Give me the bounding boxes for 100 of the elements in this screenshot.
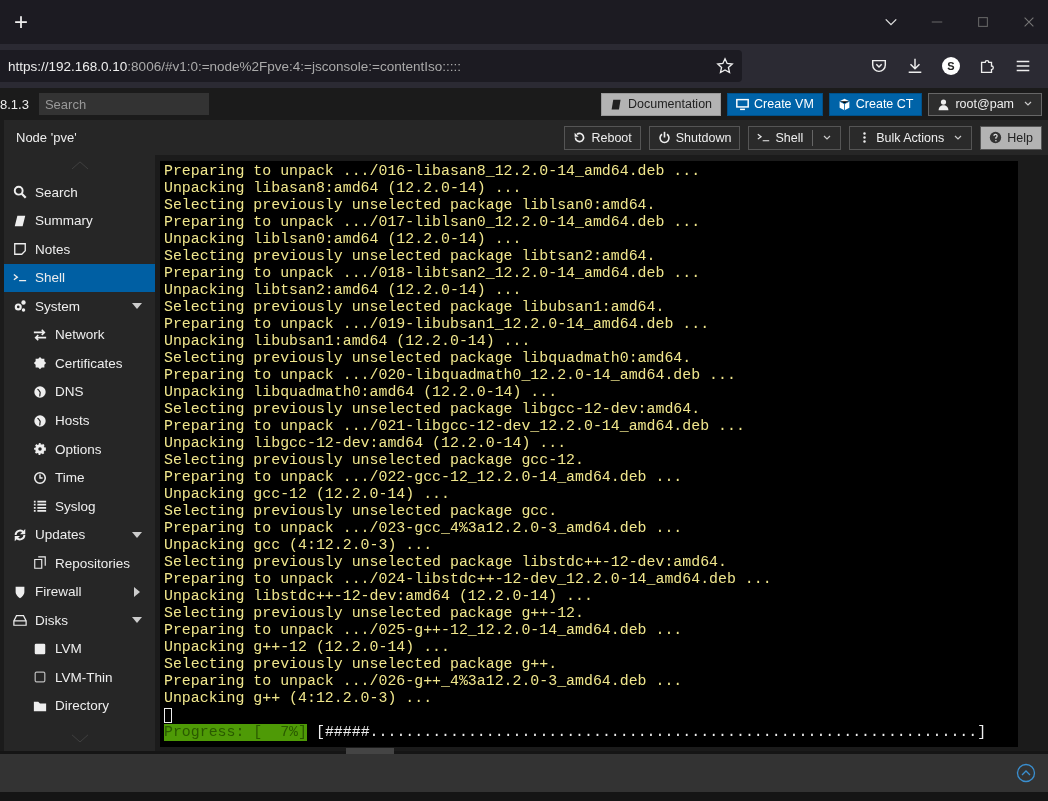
close-icon[interactable] xyxy=(1022,15,1036,29)
terminal-line: Unpacking libquadmath0:amd64 (12.2.0-14) ... xyxy=(164,384,559,401)
help-button[interactable]: Help xyxy=(980,125,1042,150)
sidebar-item[interactable]: LVM-Thin xyxy=(4,663,155,692)
terminal-line: Selecting previously unselected package libgcc-12-dev:amd64. xyxy=(164,401,702,418)
puzzle-icon[interactable] xyxy=(978,57,996,75)
gear-icon xyxy=(33,442,47,457)
terminal-line: Unpacking libasan8:amd64 (12.2.0-14) ... xyxy=(164,180,523,197)
list-icon xyxy=(33,499,47,514)
sidebar-item[interactable]: Certificates xyxy=(4,349,155,378)
sidebar-item[interactable]: Firewall xyxy=(4,577,155,607)
drive-icon xyxy=(13,613,27,628)
progress-bar-text: [#####....................................................................] xyxy=(316,724,987,741)
sidebar-item[interactable]: Hosts xyxy=(4,406,155,435)
terminal-line: Preparing to unpack .../024-libstdc++-12-dev_12.2.0-14_amd64.deb ... xyxy=(164,571,773,588)
terminal-line: Preparing to unpack .../023-gcc_4%3a12.2.0-3_amd64.deb ... xyxy=(164,520,684,537)
clock-icon xyxy=(33,470,47,485)
terminal-line: Selecting previously unselected package gcc. xyxy=(164,503,559,520)
version-label: 8.1.3 xyxy=(0,96,29,112)
progress-label: Progress: [ 7%] xyxy=(164,724,307,741)
terminal-icon xyxy=(757,131,771,144)
documentation-button[interactable]: Documentation xyxy=(600,92,722,116)
terminal-line: Selecting previously unselected package libtsan2:amd64. xyxy=(164,248,657,265)
sidebar-item[interactable]: Syslog xyxy=(4,491,155,521)
arrows-icon xyxy=(33,327,47,342)
sidebar-item[interactable]: Search xyxy=(4,177,155,207)
terminal-line: Unpacking g++ (4:12.2.0-3) ... xyxy=(164,690,434,707)
sidebar-item[interactable]: Summary xyxy=(4,206,155,235)
profile-avatar[interactable]: S xyxy=(942,57,960,75)
note-icon xyxy=(13,242,27,257)
sidebar-item[interactable]: Disks xyxy=(4,606,155,635)
sidebar-item[interactable]: Shell xyxy=(4,263,155,293)
terminal-line: Preparing to unpack .../022-gcc-12_12.2.0-14_amd64.deb ... xyxy=(164,469,684,486)
terminal[interactable] xyxy=(160,161,1018,747)
terminal-line: Preparing to unpack .../018-libtsan2_12.2.0-14_amd64.deb ... xyxy=(164,265,702,282)
square-icon xyxy=(33,641,47,656)
user-icon xyxy=(937,97,951,111)
address-bar[interactable]: https://192.168.0.10:8006/#v1:0:=node%2Fpve:4:=jsconsole:=contentIso::::: xyxy=(0,50,742,82)
sidebar-item[interactable]: LVM xyxy=(4,634,155,664)
terminal-line: Unpacking libstdc++-12-dev:amd64 (12.2.0-14) ... xyxy=(164,588,594,605)
terminal-line: Selecting previously unselected package libstdc++-12-dev:amd64. xyxy=(164,554,728,571)
shell-button[interactable]: Shell xyxy=(748,125,842,150)
terminal-line: Selecting previously unselected package liblsan0:amd64. xyxy=(164,197,657,214)
badge-icon xyxy=(33,356,47,371)
create-button[interactable]: Create CT xyxy=(828,92,923,116)
monitor-icon xyxy=(736,97,750,111)
terminal-line: Unpacking liblsan0:amd64 (12.2.0-14) ... xyxy=(164,231,523,248)
terminal-line: Unpacking gcc-12 (12.2.0-14) ... xyxy=(164,486,451,503)
pocket-icon[interactable] xyxy=(870,57,888,75)
terminal-line: Preparing to unpack .../020-libquadmath0_12.2.0-14_amd64.deb ... xyxy=(164,367,737,384)
new-tab-button[interactable]: + xyxy=(12,8,30,36)
terminal-line: Unpacking libtsan2:amd64 (12.2.0-14) ... xyxy=(164,282,523,299)
terminal-line: Unpacking g++-12 (12.2.0-14) ... xyxy=(164,639,451,656)
resize-handle[interactable] xyxy=(346,748,394,754)
copy-icon xyxy=(33,556,47,571)
book-icon xyxy=(609,97,623,111)
panel-title: Node 'pve' xyxy=(16,130,77,145)
user-menu-button[interactable]: root@pam xyxy=(928,92,1042,116)
expand-up-icon[interactable] xyxy=(1016,763,1036,783)
terminal-line: Unpacking libgcc-12-dev:amd64 (12.2.0-14) ... xyxy=(164,435,568,452)
star-icon[interactable] xyxy=(716,57,734,75)
terminal-line: Selecting previously unselected package gcc-12. xyxy=(164,452,585,469)
maximize-icon[interactable] xyxy=(976,15,990,29)
sidebar-item[interactable]: Time xyxy=(4,463,155,492)
refresh-icon xyxy=(13,527,27,542)
sidebar-item[interactable]: Notes xyxy=(4,234,155,264)
help-icon xyxy=(989,131,1003,144)
sidebar-item[interactable]: Options xyxy=(4,434,155,464)
sidebar-item[interactable]: System xyxy=(4,292,155,321)
book-icon xyxy=(13,213,27,228)
terminal-line: Preparing to unpack .../017-liblsan0_12.2.0-14_amd64.deb ... xyxy=(164,214,702,231)
globe-icon xyxy=(33,413,47,428)
sidebar-item[interactable]: Updates xyxy=(4,520,155,549)
terminal-line: Preparing to unpack .../025-g++-12_12.2.0-14_amd64.deb ... xyxy=(164,622,684,639)
gears-icon xyxy=(13,299,27,314)
sidebar-item[interactable]: Directory xyxy=(4,691,155,721)
terminal-line: Preparing to unpack .../026-g++_4%3a12.2.0-3_amd64.deb ... xyxy=(164,673,684,690)
globe-icon xyxy=(33,384,47,399)
search-field[interactable]: Search xyxy=(38,93,209,115)
download-icon[interactable] xyxy=(906,57,924,75)
terminal-line: Unpacking libubsan1:amd64 (12.2.0-14) ... xyxy=(164,333,532,350)
refresh-icon xyxy=(573,131,587,144)
bulk-button[interactable]: Bulk Actions xyxy=(849,125,973,150)
terminal-line: Preparing to unpack .../021-libgcc-12-dev_12.2.0-14_amd64.deb ... xyxy=(164,418,746,435)
search-icon xyxy=(13,185,27,200)
terminal-line: Selecting previously unselected package libubsan1:amd64. xyxy=(164,299,666,316)
sidebar-item[interactable]: Repositories xyxy=(4,548,155,578)
text-cursor xyxy=(164,707,172,723)
square-outline-icon xyxy=(33,670,47,685)
shield-icon xyxy=(13,584,27,599)
sidebar-item[interactable]: DNS xyxy=(4,377,155,407)
sidebar-item[interactable]: Network xyxy=(4,320,155,350)
power-button[interactable]: Shutdown xyxy=(648,125,741,150)
terminal-line: Unpacking gcc (4:12.2.0-3) ... xyxy=(164,537,434,554)
terminal-line: Preparing to unpack .../019-libubsan1_12.2.0-14_amd64.deb ... xyxy=(164,316,711,333)
create-button[interactable]: Create VM xyxy=(727,92,823,116)
terminal-line: Selecting previously unselected package g++-12. xyxy=(164,605,585,622)
reboot-button[interactable]: Reboot xyxy=(564,125,641,150)
terminal-line: Selecting previously unselected package g++. xyxy=(164,656,559,673)
terminal-line: Selecting previously unselected package libquadmath0:amd64. xyxy=(164,350,693,367)
